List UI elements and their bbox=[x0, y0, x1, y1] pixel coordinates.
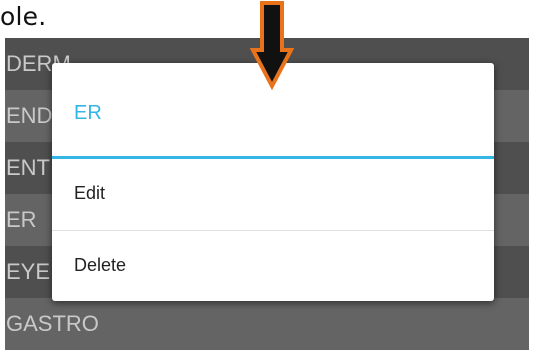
list-item-label: ENT bbox=[6, 155, 50, 180]
caption-text: ole. bbox=[0, 2, 47, 31]
delete-menu-item[interactable]: Delete bbox=[52, 231, 494, 299]
list-item-label: EYE bbox=[6, 259, 51, 284]
dialog-title: ER bbox=[74, 102, 102, 124]
context-menu-dialog: ER Edit Delete bbox=[52, 63, 494, 301]
down-arrow-icon bbox=[250, 1, 294, 90]
arrow-shape bbox=[250, 1, 294, 90]
list-item-label: ER bbox=[6, 207, 37, 232]
edit-menu-item[interactable]: Edit bbox=[52, 159, 494, 227]
list-item-label: GASTRO bbox=[6, 311, 99, 336]
list-item-label: END bbox=[6, 103, 53, 128]
list-item[interactable]: GASTRO bbox=[5, 298, 529, 350]
